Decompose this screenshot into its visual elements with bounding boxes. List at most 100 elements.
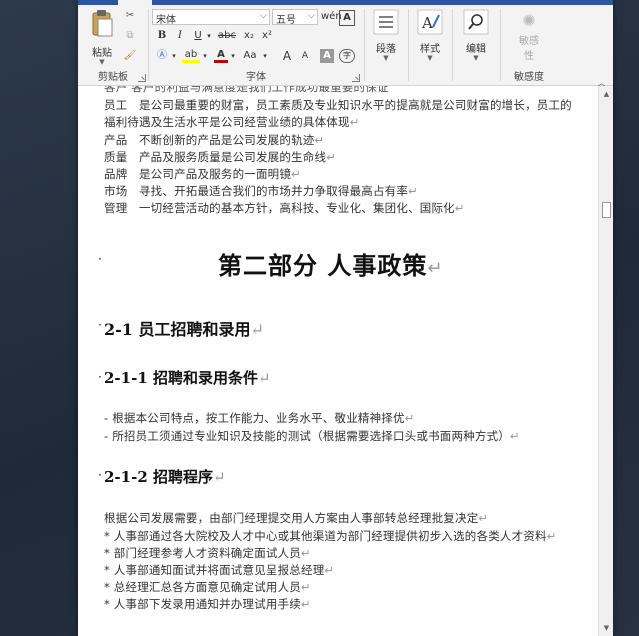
- document-page[interactable]: 客户 客户的利益与满意度是我们工作成功最重要的保证 员工 是公司最重要的财富，员…: [78, 86, 598, 636]
- heading-text: 2-1-2 招聘程序: [104, 468, 213, 486]
- enclose-char-icon[interactable]: 字: [339, 49, 355, 63]
- condition-item: - 所招员工须通过专业知识及技能的测试（根据需要选择口头或书面两种方式）↵: [104, 428, 520, 444]
- separator: [408, 9, 409, 81]
- clipped-line: 客户 客户的利益与满意度是我们工作成功最重要的保证: [104, 86, 389, 94]
- paragraph-mark: ↵: [478, 511, 489, 525]
- format-painter-icon[interactable]: 🖌: [122, 49, 138, 63]
- procedure-intro-text: 根据公司发展需要，由部门经理提交用人方案由人事部转总经理批复决定: [104, 511, 479, 525]
- values-line: 管理 一切经营活动的基本方针，高科技、专业化、集团化、国际化↵: [104, 200, 465, 216]
- values-line: 产品 不断创新的产品是公司发展的轨迹↵: [104, 132, 324, 148]
- heading-2-1-1: 2-1-1 招聘和录用条件↵: [104, 367, 271, 388]
- phonetic-guide-icon[interactable]: wén: [321, 10, 342, 24]
- procedure-item: * 部门经理参考人才资料确定面试人员↵: [104, 545, 311, 561]
- scroll-thumb[interactable]: [602, 202, 611, 218]
- sensitivity-label-line1: 敏感: [519, 36, 539, 47]
- separator: [148, 9, 149, 81]
- value-text: 产品及服务质量是公司发展的生命线: [138, 150, 327, 164]
- font-size-value: 五号: [276, 15, 296, 26]
- heading-text: 2-1 员工招聘和录用: [104, 320, 251, 339]
- paragraph-mark: ↵: [546, 529, 557, 543]
- value-label: 市场: [104, 184, 128, 198]
- font-color-icon[interactable]: A: [214, 49, 228, 63]
- copy-icon[interactable]: ⧉: [122, 29, 138, 43]
- paste-button[interactable]: 粘贴 ▼: [86, 9, 118, 66]
- text-effects-icon[interactable]: Ⓐ: [154, 49, 170, 63]
- editing-button[interactable]: 编辑 ▼: [458, 9, 494, 62]
- cut-icon[interactable]: ✂: [122, 9, 138, 23]
- sensitivity-button[interactable]: ✺ 敏感 性: [508, 11, 550, 62]
- font-name-combo[interactable]: 宋体 ⌵: [152, 9, 270, 26]
- paragraph-mark: ↵: [510, 429, 520, 443]
- list-marker: ·: [98, 252, 102, 266]
- underline-dropdown-icon[interactable]: ▾: [205, 29, 213, 43]
- value-text: 不断创新的产品是公司发展的轨迹: [138, 133, 315, 147]
- paragraph-mark: ↵: [408, 184, 418, 198]
- font-color-dropdown-icon[interactable]: ▾: [229, 49, 237, 63]
- paragraph-label: 段落: [376, 44, 396, 55]
- font-name-value: 宋体: [156, 15, 176, 26]
- condition-text: - 所招员工须通过专业知识及技能的测试（根据需要选择口头或书面两种方式）: [104, 429, 511, 443]
- paragraph-mark: ↵: [349, 115, 360, 129]
- paste-icon: [92, 10, 113, 37]
- procedure-item: * 总经理汇总各方面意见确定试用人员↵: [104, 579, 311, 595]
- paragraph-icon: [373, 9, 399, 35]
- procedure-item: * 人事部下发录用通知并办理试用手续↵: [104, 596, 311, 612]
- grow-font-button[interactable]: A: [280, 49, 294, 63]
- separator: [500, 9, 501, 81]
- paste-label: 粘贴: [92, 48, 112, 59]
- clipboard-dialog-launcher-icon[interactable]: [138, 74, 146, 82]
- paragraph-mark: ↵: [324, 563, 335, 577]
- heading-2-1-2: 2-1-2 招聘程序↵: [104, 466, 226, 487]
- separator: [452, 9, 453, 81]
- sensitivity-label-line2: 性: [524, 51, 534, 62]
- subscript-button[interactable]: x₂: [242, 29, 256, 43]
- values-line: 质量 产品及服务质量是公司发展的生命线↵: [104, 149, 336, 165]
- paragraph-mark: ↵: [454, 201, 465, 215]
- vertical-scrollbar[interactable]: ▲ ▼: [598, 86, 613, 636]
- font-size-combo[interactable]: 五号 ⌵: [272, 9, 318, 26]
- shrink-font-button[interactable]: A: [298, 49, 312, 63]
- separator: [364, 9, 365, 81]
- values-line: 员工 是公司最重要的财富，员工素质及专业知识水平的提高就是公司财富的增长，员工的: [104, 97, 572, 113]
- highlight-color-icon[interactable]: ab: [182, 49, 200, 63]
- heading-2-1: 2-1 员工招聘和录用↵: [104, 316, 264, 340]
- styles-button[interactable]: A 样式 ▼: [412, 9, 448, 62]
- font-dialog-launcher-icon[interactable]: [352, 74, 360, 82]
- text-effects-dropdown-icon[interactable]: ▾: [170, 49, 178, 63]
- superscript-button[interactable]: x²: [260, 29, 274, 43]
- paragraph-button[interactable]: 段落 ▼: [368, 9, 404, 62]
- underline-button[interactable]: U: [192, 29, 204, 43]
- char-border-icon[interactable]: A: [339, 10, 355, 26]
- paragraph-mark: ↵: [301, 597, 311, 611]
- value-text: 是公司产品及服务的一面明镜: [138, 167, 292, 181]
- chevron-down-icon: ▼: [383, 54, 389, 62]
- bold-button[interactable]: B: [156, 29, 168, 43]
- procedure-text: * 人事部通过各大院校及人才中心或其他渠道为部门经理提供初步入选的各类人才资料: [104, 529, 547, 543]
- sensitivity-group: ✺ 敏感 性 敏感度: [502, 5, 556, 85]
- svg-text:A: A: [421, 14, 433, 32]
- highlight-dropdown-icon[interactable]: ▾: [201, 49, 209, 63]
- change-case-dropdown-icon[interactable]: ▾: [261, 49, 269, 63]
- procedure-text: * 部门经理参考人才资料确定面试人员: [104, 546, 302, 560]
- chevron-down-icon: ⌵: [308, 11, 315, 21]
- strikethrough-button[interactable]: abc: [216, 29, 238, 43]
- list-marker: ·: [98, 370, 102, 384]
- char-shading-icon[interactable]: A: [320, 49, 334, 63]
- paragraph-mark: ↵: [213, 468, 226, 486]
- part-title-text: 第二部分 人事政策: [218, 252, 428, 280]
- scroll-up-icon[interactable]: ▲: [599, 88, 613, 100]
- list-marker: ·: [98, 468, 102, 482]
- italic-button[interactable]: I: [174, 29, 186, 43]
- chevron-down-icon: ⌵: [260, 11, 267, 21]
- procedure-text: * 人事部下发录用通知并办理试用手续: [104, 597, 302, 611]
- font-group: 宋体 ⌵ 五号 ⌵ wén A B I U ▾ abc x₂ x² Ⓐ ▾ ab…: [150, 5, 362, 85]
- paste-dropdown-icon[interactable]: ▼: [86, 59, 118, 66]
- values-line: 品牌 是公司产品及服务的一面明镜↵: [104, 166, 301, 182]
- styles-icon: A: [417, 9, 443, 35]
- value-text: 是公司最重要的财富，员工素质及专业知识水平的提高就是公司财富的增长，员工的: [138, 98, 572, 112]
- paragraph-mark: ↵: [427, 258, 444, 279]
- paragraph-mark: ↵: [291, 167, 301, 181]
- change-case-button[interactable]: Aa: [240, 49, 260, 63]
- clipboard-group: 粘贴 ▼ ✂ ⧉ 🖌 剪贴板: [78, 5, 148, 85]
- scroll-down-icon[interactable]: ▼: [599, 622, 613, 634]
